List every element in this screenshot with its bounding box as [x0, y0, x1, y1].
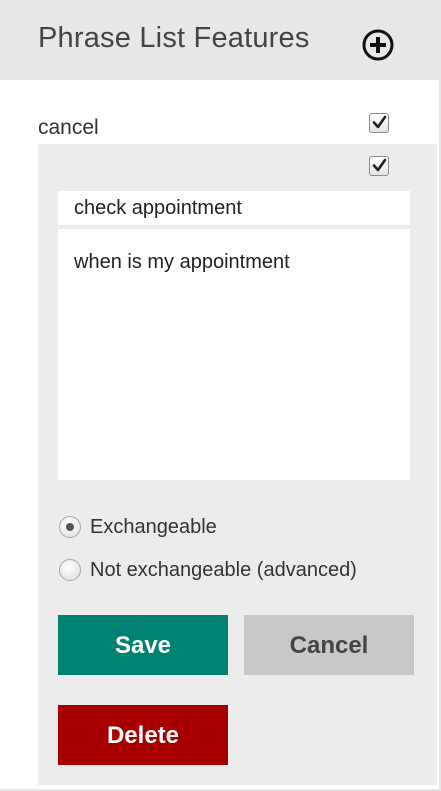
save-button[interactable]: Save — [58, 615, 228, 675]
feature-editor-panel: when is my appointment Exchangeable Not … — [38, 144, 437, 785]
phrase-list-name-input[interactable] — [58, 191, 410, 225]
cancel-button[interactable]: Cancel — [244, 615, 414, 675]
checkmark-icon — [372, 158, 387, 172]
exchangeable-label: Exchangeable — [90, 515, 217, 538]
plus-circle-icon — [362, 29, 394, 61]
add-phrase-list-button[interactable] — [362, 29, 394, 61]
phrase-list-pane: Phrase List Features cancel when is my a… — [0, 0, 441, 791]
header-bar: Phrase List Features — [0, 0, 439, 80]
phrase-list-values-textarea[interactable]: when is my appointment — [58, 229, 410, 480]
editor-enabled-checkbox[interactable] — [369, 156, 389, 176]
feature-name-label: cancel — [38, 116, 99, 139]
not-exchangeable-label: Not exchangeable (advanced) — [90, 558, 357, 581]
feature-enabled-checkbox[interactable] — [369, 113, 389, 133]
delete-button[interactable]: Delete — [58, 705, 228, 765]
page-title: Phrase List Features — [38, 22, 310, 54]
not-exchangeable-option[interactable]: Not exchangeable (advanced) — [59, 556, 357, 584]
exchangeable-radio[interactable] — [59, 516, 81, 538]
not-exchangeable-radio[interactable] — [59, 559, 81, 581]
checkmark-icon — [372, 115, 387, 129]
exchangeable-option[interactable]: Exchangeable — [59, 513, 217, 541]
